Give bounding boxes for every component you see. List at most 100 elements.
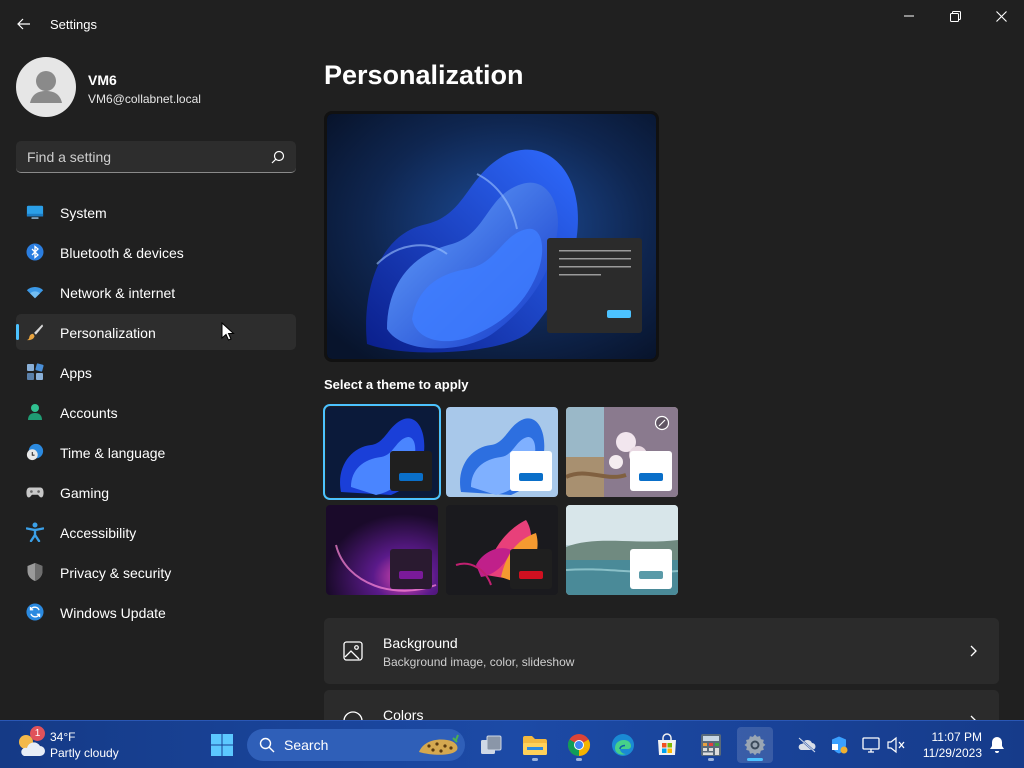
sidebar-item-gaming[interactable]: Gaming [16,474,296,510]
defender-icon[interactable] [829,735,849,755]
gamepad-icon [26,483,44,501]
task-view-button[interactable] [473,727,509,763]
search-icon[interactable] [270,149,286,165]
calculator-icon [701,734,721,756]
volume-muted-icon[interactable] [886,735,906,755]
weather-temperature: 34°F [50,730,76,744]
close-icon [995,10,1007,22]
onedrive-offline-icon[interactable] [797,735,817,755]
taskbar: 1 34°F Partly cloudy Search 11:07 PM 11/… [0,720,1024,768]
search-highlight-leopard-icon [419,734,459,755]
back-button[interactable] [10,10,38,38]
theme-thumbnail-spotlight[interactable] [566,407,678,497]
bluetooth-icon [26,243,44,261]
sidebar-item-system[interactable]: System [16,194,296,230]
user-email: VM6@collabnet.local [88,92,201,106]
wifi-icon [26,283,44,301]
page-title: Personalization [324,60,524,90]
clock-time[interactable]: 11:07 PM [918,730,982,744]
task-view-icon [481,735,502,754]
title-bar: Settings [0,0,1024,48]
theme-thumbnail-light[interactable] [446,407,558,497]
taskbar-search-label: Search [284,737,329,753]
sidebar-item-label: Gaming [60,485,110,501]
colors-card[interactable]: Colors [324,690,999,720]
sidebar-item-windows-update[interactable]: Windows Update [16,594,296,630]
edge-button[interactable] [605,727,641,763]
background-card-title: Background [383,635,458,651]
app-title: Settings [50,17,97,32]
apps-icon [26,363,44,381]
notification-bell-icon[interactable] [988,735,1008,755]
theme-thumbnail-dark[interactable] [323,404,441,500]
monitor-icon [26,203,44,221]
network-icon[interactable] [861,735,881,755]
theme-thumbnail-glow[interactable] [326,505,438,595]
sidebar-item-label: Time & language [60,445,166,461]
clock-date[interactable]: 11/29/2023 [918,746,982,760]
running-indicator [708,758,714,761]
microsoft-store-button[interactable] [649,727,685,763]
start-button[interactable] [204,727,240,763]
user-silhouette-icon [30,71,62,103]
chevron-right-icon [967,644,979,658]
search-input[interactable] [16,141,266,172]
sidebar-item-label: Bluetooth & devices [60,245,184,261]
clock-globe-icon [26,443,44,461]
sidebar-item-label: Personalization [60,325,156,341]
sidebar-item-label: Windows Update [60,605,166,621]
sidebar-item-accounts[interactable]: Accounts [16,394,296,430]
settings-taskbar-button[interactable] [737,727,773,763]
sidebar-item-label: Network & internet [60,285,176,301]
minimize-icon [904,15,914,17]
sidebar-item-label: Accessibility [60,525,137,541]
sidebar-item-label: Privacy & security [60,565,172,581]
folder-icon [523,736,547,755]
sidebar-item-bluetooth[interactable]: Bluetooth & devices [16,234,296,270]
search-box[interactable] [16,141,296,173]
running-indicator [532,758,538,761]
search-icon [259,737,275,753]
windows-logo-icon [211,734,233,756]
brush-icon [26,323,44,341]
sidebar-item-time-language[interactable]: Time & language [16,434,296,470]
minimize-button[interactable] [886,0,932,32]
chrome-icon [568,734,590,756]
weather-description: Partly cloudy [50,746,119,760]
theme-thumbnail-captured-motion[interactable] [446,505,558,595]
mouse-cursor-icon [221,322,235,341]
themes-section-label: Select a theme to apply [324,377,469,392]
running-indicator [576,758,582,761]
shield-icon [26,563,44,581]
image-icon [342,640,364,662]
sidebar-item-label: Accounts [60,405,118,421]
close-button[interactable] [978,0,1024,32]
sidebar-item-personalization[interactable]: Personalization [16,314,296,350]
taskbar-search[interactable]: Search [247,729,465,761]
bloom-wallpaper-icon [327,114,656,359]
restore-button[interactable] [932,0,978,32]
restore-icon [949,10,961,22]
edge-icon [612,734,634,756]
active-indicator [747,758,763,761]
colors-card-title: Colors [383,707,424,720]
file-explorer-button[interactable] [517,727,553,763]
user-name: VM6 [88,72,117,88]
sidebar-item-accessibility[interactable]: Accessibility [16,514,296,550]
sidebar-item-apps[interactable]: Apps [16,354,296,390]
sidebar-nav: System Bluetooth & devices Network & int… [16,194,296,634]
sidebar-item-network[interactable]: Network & internet [16,274,296,310]
avatar[interactable] [16,57,76,117]
weather-widget[interactable]: 1 34°F Partly cloudy [0,721,130,768]
background-card[interactable]: Background Background image, color, slid… [324,618,999,684]
accessibility-icon [26,522,44,542]
sidebar-item-privacy-security[interactable]: Privacy & security [16,554,296,590]
sidebar-item-label: System [60,205,107,221]
chrome-button[interactable] [561,727,597,763]
sidebar-item-label: Apps [60,365,92,381]
weather-notification-badge: 1 [30,726,45,741]
theme-thumbnail-flow[interactable] [566,505,678,595]
palette-icon [342,710,364,720]
theme-preview [324,111,659,362]
calculator-button[interactable] [693,727,729,763]
